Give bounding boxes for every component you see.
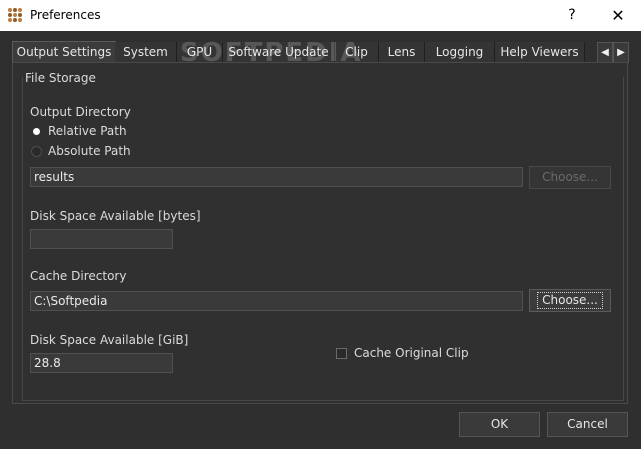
output-path-input[interactable]: results: [30, 167, 523, 187]
output-directory-label: Output Directory: [30, 105, 131, 119]
file-storage-title: File Storage: [23, 71, 98, 85]
absolute-path-radio[interactable]: [31, 146, 42, 157]
cache-path-input[interactable]: C:\Softpedia: [30, 291, 523, 311]
title-bar: Preferences ? ✕: [0, 0, 641, 31]
relative-path-radio[interactable]: [33, 128, 40, 135]
ok-button[interactable]: OK: [459, 412, 540, 437]
help-button[interactable]: ?: [549, 0, 595, 31]
choose-cache-label: Choose...: [537, 292, 603, 309]
choose-output-button[interactable]: Choose...: [529, 166, 611, 189]
tab-scroll-left-icon[interactable]: ◀: [597, 42, 613, 63]
window-title: Preferences: [30, 8, 101, 22]
disk-space-gib-field: 28.8: [30, 353, 173, 373]
tab-system[interactable]: System: [115, 42, 177, 63]
cache-original-clip-checkbox[interactable]: [336, 348, 347, 359]
absolute-path-label[interactable]: Absolute Path: [48, 144, 131, 158]
tab-output-settings[interactable]: Output Settings: [12, 41, 116, 64]
cache-original-clip-label[interactable]: Cache Original Clip: [354, 346, 469, 360]
disk-space-bytes-label: Disk Space Available [bytes]: [30, 209, 201, 223]
app-icon: [8, 8, 23, 23]
disk-space-gib-label: Disk Space Available [GiB]: [30, 333, 189, 347]
cache-directory-label: Cache Directory: [30, 269, 127, 283]
close-button[interactable]: ✕: [595, 0, 641, 31]
tab-scroll-right-icon[interactable]: ▶: [613, 42, 629, 63]
tab-logging[interactable]: Logging: [425, 42, 495, 63]
cancel-button[interactable]: Cancel: [547, 412, 628, 437]
tab-help-viewers[interactable]: Help Viewers: [495, 42, 585, 63]
choose-cache-button[interactable]: Choose...: [529, 289, 611, 312]
disk-space-bytes-field: [30, 229, 173, 249]
relative-path-label[interactable]: Relative Path: [48, 124, 127, 138]
tab-lens[interactable]: Lens: [379, 42, 425, 63]
